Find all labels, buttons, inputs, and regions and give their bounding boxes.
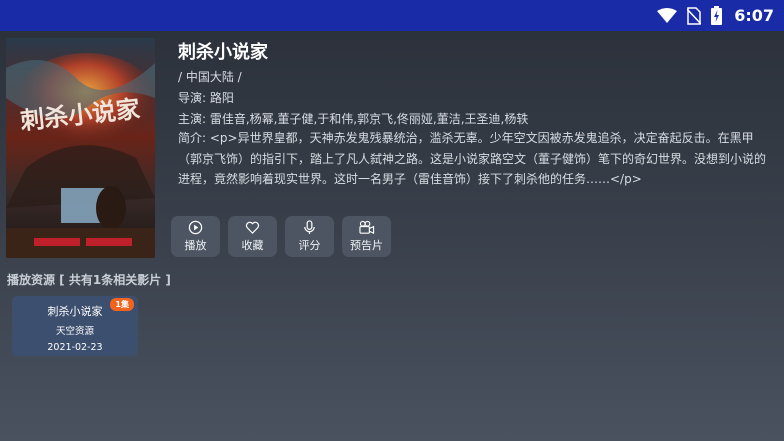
no-sim-icon	[687, 6, 702, 25]
episode-badge: 1集	[110, 298, 134, 311]
clock: 6:07	[734, 6, 774, 25]
movie-title: 刺杀小说家	[178, 42, 268, 63]
source-title: 刺杀小说家	[47, 305, 103, 318]
source-card[interactable]: 1集 刺杀小说家 天空资源 2021-02-23	[12, 296, 138, 356]
source-name: 天空资源	[55, 326, 94, 337]
movie-director: 导演: 路阳	[178, 91, 234, 105]
sources-header: 播放资源 [ 共有1条相关影片 ]	[7, 273, 171, 287]
movie-cast: 主演: 雷佳音,杨幂,董子健,于和伟,郭京飞,佟丽娅,董洁,王圣迪,杨轶	[178, 112, 529, 126]
play-icon	[188, 220, 203, 235]
trailer-label: 预告片	[350, 239, 383, 252]
rate-button[interactable]: 评分	[285, 216, 334, 257]
movie-poster[interactable]: 刺杀小说家	[6, 38, 155, 258]
wifi-icon	[657, 7, 678, 24]
favorite-label: 收藏	[241, 239, 264, 252]
rate-label: 评分	[298, 239, 321, 252]
source-date: 2021-02-23	[47, 342, 103, 353]
movie-synopsis: 简介: <p>异世界皇都，天神赤发鬼残暴统治，滥杀无辜。少年空文因被赤发鬼追杀，…	[178, 131, 767, 186]
video-camera-icon	[358, 220, 375, 235]
trailer-button[interactable]: 预告片	[342, 216, 391, 257]
heart-icon	[245, 220, 260, 235]
play-label: 播放	[184, 239, 207, 252]
battery-charging-icon	[711, 6, 723, 25]
action-bar: 播放 收藏 评分 预告片	[171, 216, 391, 257]
status-bar: 6:07	[0, 0, 784, 31]
microphone-icon	[302, 220, 317, 235]
favorite-button[interactable]: 收藏	[228, 216, 277, 257]
movie-region: / 中国大陆 /	[178, 70, 242, 84]
play-button[interactable]: 播放	[171, 216, 220, 257]
